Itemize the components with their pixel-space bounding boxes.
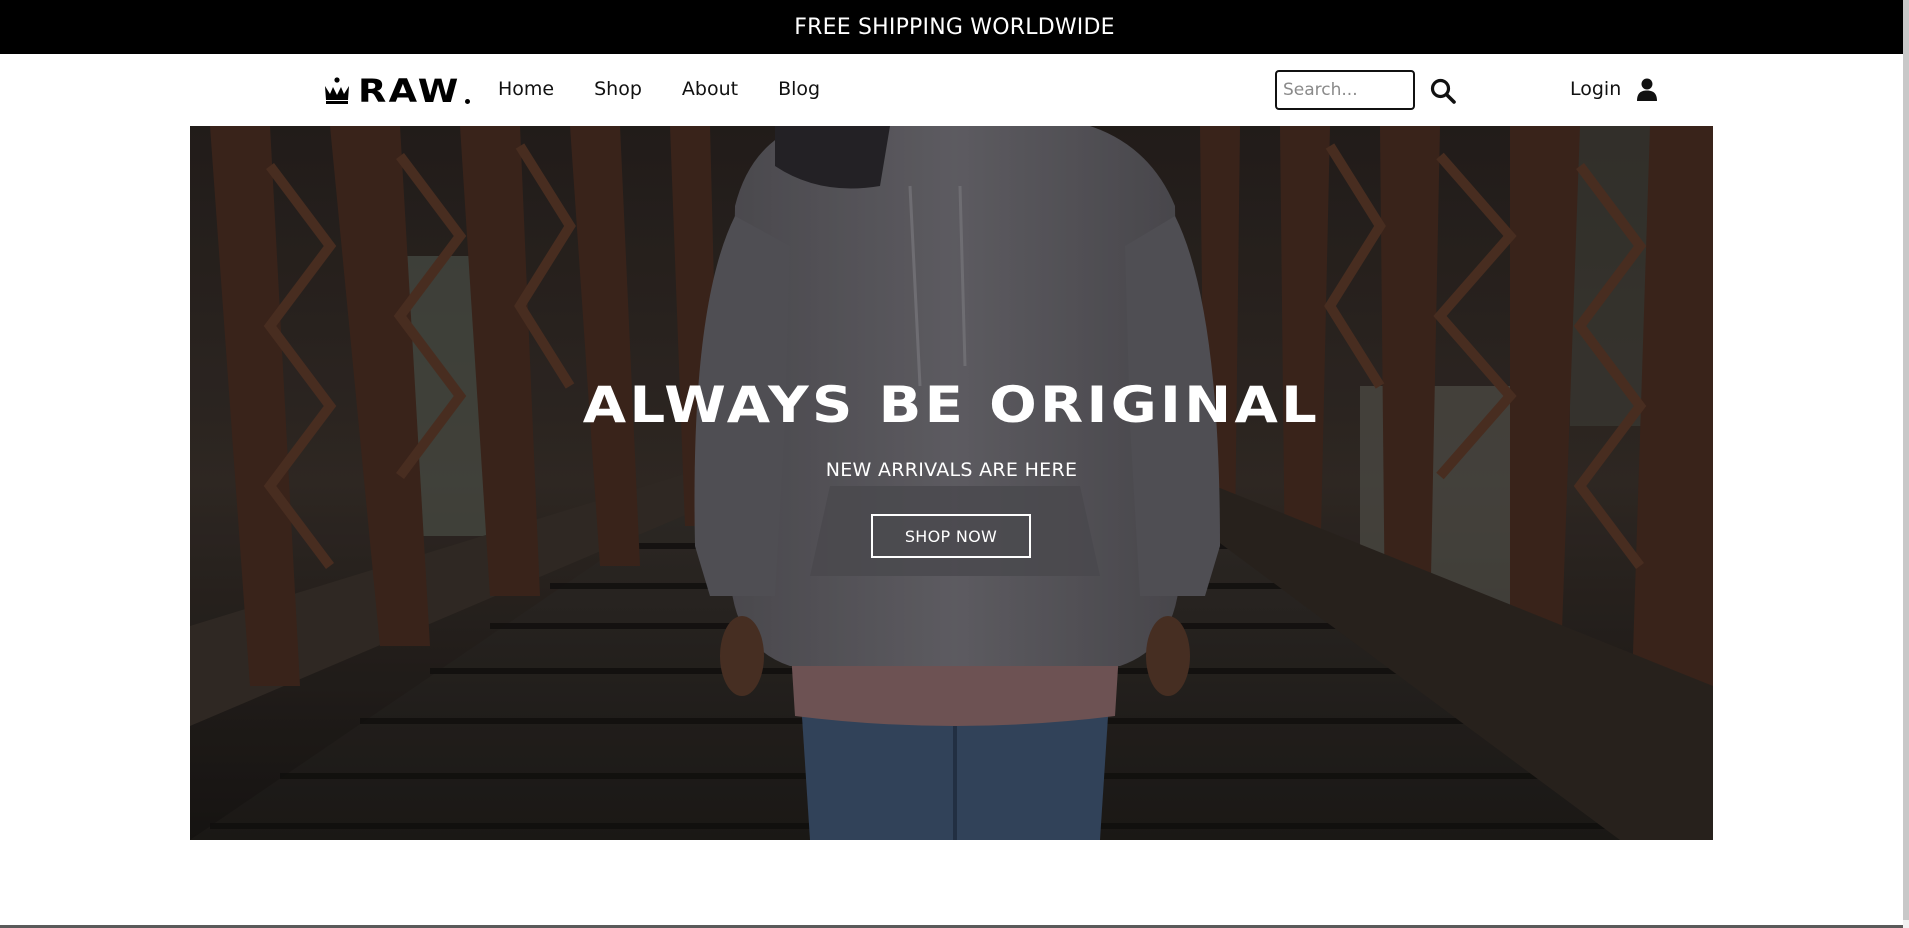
hero-title: ALWAYS BE ORIGINAL (582, 376, 1321, 434)
login-label: Login (1570, 78, 1622, 100)
brand-name: RAW (358, 72, 461, 110)
scrollbar-thumb[interactable] (1903, 0, 1909, 920)
hero-banner: ALWAYS BE ORIGINAL NEW ARRIVALS ARE HERE… (190, 126, 1713, 840)
search-button[interactable] (1428, 76, 1458, 106)
nav-shop[interactable]: Shop (594, 76, 642, 102)
nav-home[interactable]: Home (498, 76, 554, 102)
nav-links: Home Shop About Blog (498, 76, 860, 102)
crown-icon (325, 77, 349, 104)
search-icon (1430, 78, 1456, 104)
shop-now-button[interactable]: SHOP NOW (871, 514, 1031, 558)
hero-subtitle: NEW ARRIVALS ARE HERE (825, 459, 1078, 481)
brand-dot (465, 98, 471, 104)
brand-logo[interactable]: RAW (322, 72, 471, 110)
nav-about[interactable]: About (682, 76, 738, 102)
search-input[interactable] (1275, 70, 1415, 110)
hero-content: ALWAYS BE ORIGINAL NEW ARRIVALS ARE HERE… (190, 126, 1713, 840)
nav-blog[interactable]: Blog (778, 76, 820, 102)
user-icon (1637, 78, 1658, 101)
announcement-text: FREE SHIPPING WORLDWIDE (794, 14, 1115, 40)
announcement-bar: FREE SHIPPING WORLDWIDE (0, 0, 1909, 54)
login-link[interactable]: Login (1570, 76, 1659, 102)
navbar: RAW Home Shop About Blog Login (0, 54, 1903, 126)
